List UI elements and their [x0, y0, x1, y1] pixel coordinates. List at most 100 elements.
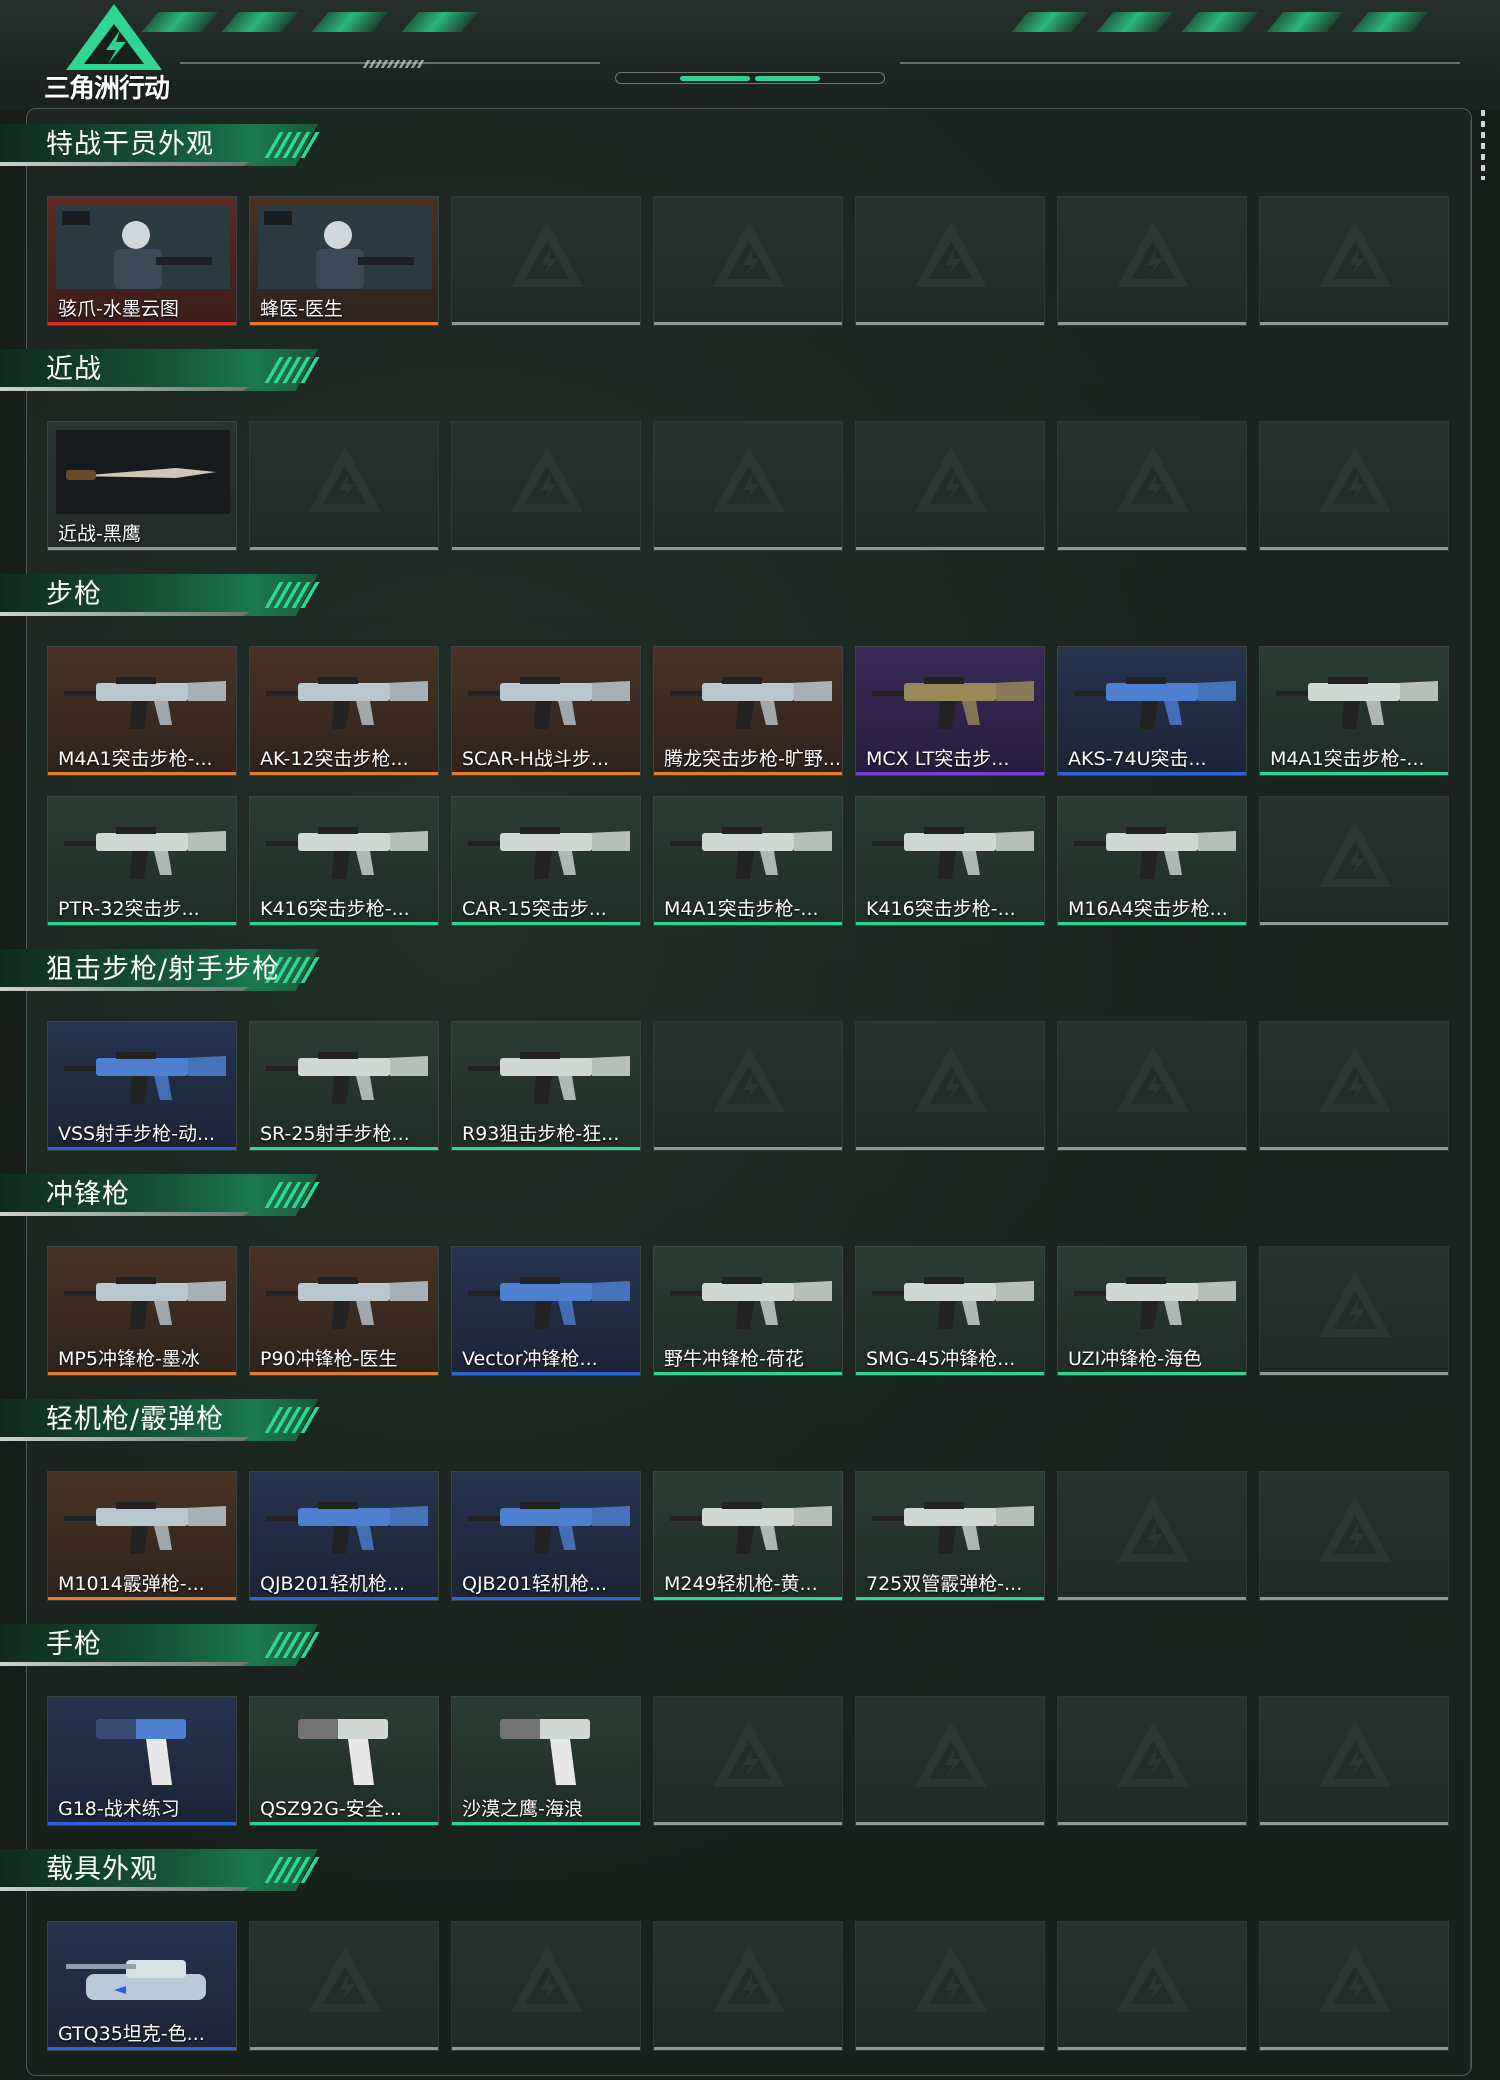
- collection-item-card[interactable]: M4A1突击步枪-...: [1259, 646, 1449, 776]
- rarity-bar: [654, 1372, 842, 1375]
- collection-item-card[interactable]: CAR-15突击步...: [451, 796, 641, 926]
- empty-slot: [855, 421, 1045, 551]
- collection-item-card[interactable]: GTQ35坦克-色...: [47, 1921, 237, 2051]
- rifle-icon: [258, 805, 432, 889]
- collection-item-card[interactable]: MCX LT突击步...: [855, 646, 1045, 776]
- collection-item-card[interactable]: MP5冲锋枪-墨冰: [47, 1246, 237, 1376]
- collection-item-card[interactable]: P90冲锋枪-医生: [249, 1246, 439, 1376]
- delta-watermark-icon: [507, 440, 587, 520]
- delta-watermark-icon: [1315, 1265, 1395, 1345]
- collection-item-card[interactable]: 沙漠之鹰-海浪: [451, 1696, 641, 1826]
- delta-watermark-icon: [911, 440, 991, 520]
- rarity-bar: [452, 1597, 640, 1600]
- empty-slot: [1057, 1471, 1247, 1601]
- rarity-bar: [1260, 772, 1448, 775]
- delta-watermark-icon: [305, 1940, 385, 2020]
- collection-item-card[interactable]: QSZ92G-安全...: [249, 1696, 439, 1826]
- header-stripe: [221, 12, 299, 32]
- item-name: VSS射手步枪-动...: [58, 1123, 216, 1145]
- collection-item-card[interactable]: M4A1突击步枪-...: [47, 646, 237, 776]
- header-stripe: [1351, 12, 1429, 32]
- delta-watermark-icon: [1315, 1940, 1395, 2020]
- collection-item-card[interactable]: SMG-45冲锋枪...: [855, 1246, 1045, 1376]
- collection-item-card[interactable]: Vector冲锋枪...: [451, 1246, 641, 1376]
- collection-item-card[interactable]: QJB201轻机枪...: [451, 1471, 641, 1601]
- delta-watermark-icon: [1113, 1490, 1193, 1570]
- empty-slot: [1259, 1246, 1449, 1376]
- collection-item-card[interactable]: 蜂医-医生: [249, 196, 439, 326]
- operator-portrait-icon: [56, 205, 230, 289]
- item-name: AKS-74U突击...: [1068, 748, 1207, 770]
- header-stripe: [1011, 12, 1089, 32]
- header-stripe: [1181, 12, 1259, 32]
- collection-item-card[interactable]: PTR-32突击步...: [47, 796, 237, 926]
- collection-item-card[interactable]: 近战-黑鹰: [47, 421, 237, 551]
- collection-item-card[interactable]: M1014霰弹枪-...: [47, 1471, 237, 1601]
- collection-item-card[interactable]: M249轻机枪-黄...: [653, 1471, 843, 1601]
- rarity-bar: [48, 922, 236, 925]
- collection-item-card[interactable]: 腾龙突击步枪-旷野...: [653, 646, 843, 776]
- rarity-bar: [250, 772, 438, 775]
- item-name: GTQ35坦克-色...: [58, 2023, 205, 2045]
- collection-item-card[interactable]: M4A1突击步枪-...: [653, 796, 843, 926]
- collection-item-card[interactable]: SR-25射手步枪...: [249, 1021, 439, 1151]
- item-name: M4A1突击步枪-...: [664, 898, 819, 920]
- rifle-icon: [258, 655, 432, 739]
- collection-item-card[interactable]: K416突击步枪-...: [855, 796, 1045, 926]
- rarity-bar: [48, 2047, 236, 2050]
- rarity-bar: [48, 1822, 236, 1825]
- section-underline: [0, 612, 250, 616]
- item-name: 近战-黑鹰: [58, 523, 141, 545]
- item-name: CAR-15突击步...: [462, 898, 607, 920]
- collection-item-card[interactable]: 野牛冲锋枪-荷花: [653, 1246, 843, 1376]
- smg-icon: [662, 1255, 836, 1339]
- section-underline: [0, 1437, 250, 1441]
- rarity-bar: [856, 1597, 1044, 1600]
- empty-slot: [653, 1921, 843, 2051]
- delta-watermark-icon: [1113, 440, 1193, 520]
- delta-watermark-icon: [709, 1940, 789, 2020]
- collection-item-card[interactable]: M16A4突击步枪...: [1057, 796, 1247, 926]
- collection-item-card[interactable]: SCAR-H战斗步...: [451, 646, 641, 776]
- rifle-icon: [460, 655, 634, 739]
- header-stripe: [311, 12, 389, 32]
- collection-item-card[interactable]: AKS-74U突击...: [1057, 646, 1247, 776]
- item-name: 野牛冲锋枪-荷花: [664, 1348, 804, 1370]
- item-name: QSZ92G-安全...: [260, 1798, 402, 1820]
- item-name: MP5冲锋枪-墨冰: [58, 1348, 200, 1370]
- rarity-bar: [1058, 922, 1246, 925]
- rarity-bar: [654, 922, 842, 925]
- collection-item-card[interactable]: 骇爪-水墨云图: [47, 196, 237, 326]
- tank-icon: [56, 1930, 230, 2014]
- section-header: 载具外观: [0, 1843, 340, 1897]
- rarity-bar: [250, 1372, 438, 1375]
- rarity-bar: [452, 1147, 640, 1150]
- section-underline: [0, 1662, 250, 1666]
- header-stripe: [401, 12, 479, 32]
- empty-slot: [1057, 196, 1247, 326]
- empty-slot: [653, 1021, 843, 1151]
- scrollbar[interactable]: [1481, 110, 1485, 180]
- item-name: AK-12突击步枪...: [260, 748, 409, 770]
- collection-item-card[interactable]: K416突击步枪-...: [249, 796, 439, 926]
- delta-watermark-icon: [911, 1715, 991, 1795]
- rarity-bar: [452, 922, 640, 925]
- section-header: 步枪: [0, 568, 340, 622]
- collection-item-card[interactable]: R93狙击步枪-狂...: [451, 1021, 641, 1151]
- rarity-bar: [1058, 1372, 1246, 1375]
- page-indicator[interactable]: [615, 72, 885, 84]
- collection-item-card[interactable]: UZI冲锋枪-海色: [1057, 1246, 1247, 1376]
- item-name: K416突击步枪-...: [866, 898, 1016, 920]
- lmg-icon: [460, 1480, 634, 1564]
- collection-item-card[interactable]: VSS射手步枪-动...: [47, 1021, 237, 1151]
- collection-item-card[interactable]: 725双管霰弹枪-...: [855, 1471, 1045, 1601]
- collection-item-card[interactable]: AK-12突击步枪...: [249, 646, 439, 776]
- collection-item-card[interactable]: G18-战术练习: [47, 1696, 237, 1826]
- pistol-icon: [258, 1705, 432, 1789]
- smg-icon: [56, 1255, 230, 1339]
- rarity-bar: [250, 1147, 438, 1150]
- delta-watermark-icon: [709, 440, 789, 520]
- delta-watermark-icon: [1113, 1940, 1193, 2020]
- item-name: 725双管霰弹枪-...: [866, 1573, 1023, 1595]
- collection-item-card[interactable]: QJB201轻机枪...: [249, 1471, 439, 1601]
